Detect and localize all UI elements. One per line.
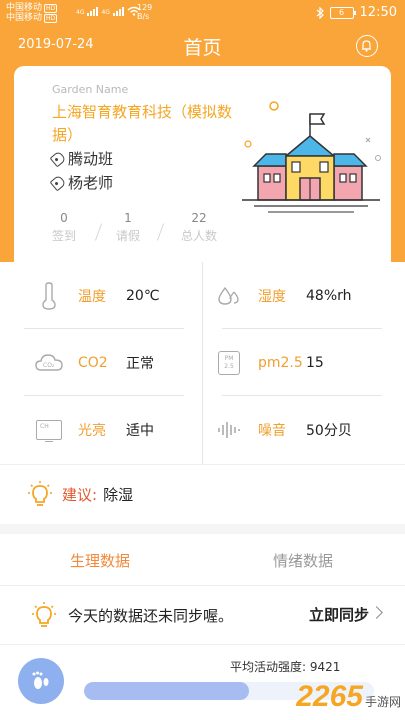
hd-badge: HD: [44, 13, 58, 23]
carrier-1: 中国移动: [6, 3, 43, 13]
class-name: 腾动班: [68, 150, 114, 168]
lightbulb-icon: [28, 480, 52, 506]
sensor-label: CO2: [78, 354, 108, 371]
sensor-label: 光亮: [78, 422, 106, 439]
light-monitor-icon: CH: [34, 415, 64, 445]
stat-total[interactable]: 22 总人数: [172, 211, 226, 244]
school-building-icon: [242, 101, 381, 213]
sensor-co2[interactable]: CO₂ CO2 正常: [34, 329, 154, 396]
suggestion-key: 建议:: [62, 486, 98, 504]
stat-sign-in[interactable]: 0 签到: [44, 211, 84, 244]
sensor-label: 湿度: [258, 288, 286, 305]
tab-physiological[interactable]: 生理数据: [0, 550, 200, 571]
activity-section: 平均活动强度: 9421 2265 手游网: [0, 646, 405, 720]
app-header: 2019-07-24 首页: [0, 28, 405, 66]
battery-icon: 6: [329, 6, 356, 19]
divider: [156, 223, 165, 241]
thermometer-icon: [34, 281, 64, 311]
class-tag: 腾动班: [49, 148, 114, 169]
clock: 12:50: [359, 5, 397, 20]
svg-text:CO₂: CO₂: [43, 362, 55, 369]
environment-grid: 温度 20℃ 湿度 48%rh CO₂ CO2 正常 PM 2.5 pm2.5 …: [0, 262, 405, 464]
tag-icon: [49, 174, 67, 191]
suggestion-row: 建议: 除湿: [0, 464, 405, 524]
sensor-value: 15: [306, 354, 324, 371]
sensor-label: pm2.5: [258, 354, 303, 371]
sensor-value: 48%rh: [306, 287, 352, 304]
footprint-icon[interactable]: [18, 658, 64, 704]
lightbulb-icon: [32, 601, 56, 627]
signal-icon: 4G 4G: [76, 6, 141, 16]
hd-badge: HD: [44, 3, 58, 13]
sync-now-button[interactable]: 立即同步: [309, 604, 369, 625]
sensor-pm25[interactable]: PM 2.5 pm2.5 15: [214, 329, 324, 396]
co2-cloud-icon: CO₂: [34, 348, 64, 378]
sensor-light[interactable]: CH 光亮 适中: [34, 396, 154, 463]
chevron-right-icon: [370, 606, 383, 619]
sensor-temperature[interactable]: 温度 20℃: [34, 262, 160, 329]
garden-name-label: Garden Name: [52, 83, 129, 96]
sensor-value: 正常: [126, 355, 154, 372]
pm25-icon: PM 2.5: [214, 348, 244, 378]
watermark: 2265 手游网: [296, 680, 401, 713]
page-title: 首页: [183, 37, 222, 59]
bluetooth-icon: [316, 6, 324, 19]
activity-progress-fill: [84, 682, 250, 700]
status-right: 6 12:50: [316, 5, 397, 20]
carrier-info: 中国移动 HD 中国移动 HD: [6, 3, 58, 23]
water-drop-icon: [214, 281, 244, 311]
sync-row[interactable]: 今天的数据还未同步喔。 立即同步: [0, 587, 405, 645]
network-speed: 129 B/s: [137, 3, 153, 21]
sensor-value: 50分贝: [306, 422, 352, 439]
sensor-humidity[interactable]: 湿度 48%rh: [214, 262, 352, 329]
carrier-2: 中国移动: [6, 13, 43, 23]
garden-name: 上海智育教育科技（模拟数据）: [52, 103, 233, 144]
stat-leave[interactable]: 1 请假: [108, 211, 148, 244]
sound-wave-icon: [214, 415, 244, 445]
sensor-noise[interactable]: 噪音 50分贝: [214, 396, 352, 463]
sensor-label: 噪音: [258, 422, 286, 439]
divider: [94, 223, 103, 241]
bell-icon[interactable]: [356, 35, 378, 57]
tab-emotion[interactable]: 情绪数据: [203, 550, 403, 571]
garden-card: Garden Name 上海智育教育科技（模拟数据） 腾动班 杨老师 0 签到 …: [14, 66, 391, 262]
divider: [202, 262, 203, 464]
sensor-label: 温度: [78, 288, 106, 305]
activity-intensity-label: 平均活动强度: 9421: [230, 660, 341, 674]
section-gap: [0, 524, 405, 534]
teacher-name: 杨老师: [68, 174, 114, 192]
tag-icon: [49, 150, 67, 167]
sensor-value: 20℃: [126, 287, 160, 304]
attendance-stats: 0 签到 1 请假 22 总人数: [38, 211, 238, 251]
data-tabs: 生理数据 情绪数据: [0, 534, 405, 586]
sync-message: 今天的数据还未同步喔。: [68, 607, 234, 625]
teacher-tag: 杨老师: [49, 172, 114, 193]
suggestion-value: 除湿: [103, 486, 134, 504]
status-bar: 中国移动 HD 中国移动 HD 4G 4G 129 B/s 6 12:50: [0, 0, 405, 28]
sensor-value: 适中: [126, 422, 154, 439]
